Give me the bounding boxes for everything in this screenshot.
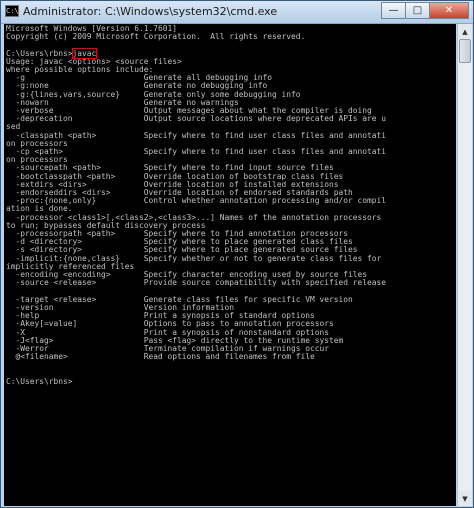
- window-title: Administrator: C:\Windows\system32\cmd.e…: [23, 5, 278, 18]
- javac-usage-output: Usage: javac <options> <source files> wh…: [6, 56, 387, 362]
- scroll-thumb[interactable]: [459, 39, 471, 63]
- minimize-button[interactable]: —: [381, 2, 405, 19]
- console-text: Microsoft Windows [Version 6.1.7601] Cop…: [4, 24, 456, 386]
- console-header: Microsoft Windows [Version 6.1.7601] Cop…: [6, 24, 306, 42]
- caption-buttons: — □ ✕: [381, 2, 469, 20]
- final-prompt[interactable]: C:\Users\rbns>: [6, 377, 73, 386]
- console-output[interactable]: Microsoft Windows [Version 6.1.7601] Cop…: [4, 24, 456, 506]
- vertical-scrollbar[interactable]: ▲ ▼: [457, 24, 472, 506]
- maximize-button[interactable]: □: [405, 2, 429, 19]
- cmd-app-icon[interactable]: C:\: [5, 5, 19, 17]
- close-button[interactable]: ✕: [429, 2, 469, 19]
- scroll-up-arrow-icon[interactable]: ▲: [458, 24, 472, 39]
- title-bar[interactable]: C:\ Administrator: C:\Windows\system32\c…: [1, 1, 473, 24]
- scroll-down-arrow-icon[interactable]: ▼: [458, 491, 472, 506]
- cmd-window: C:\ Administrator: C:\Windows\system32\c…: [0, 0, 474, 508]
